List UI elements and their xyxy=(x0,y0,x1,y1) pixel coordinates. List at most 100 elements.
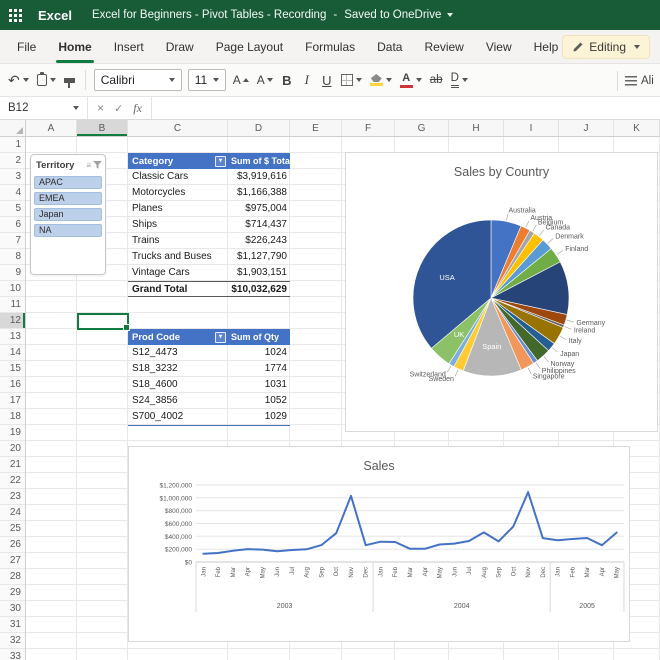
row-header-21[interactable]: 21 xyxy=(0,457,25,473)
column-header-G[interactable]: G xyxy=(395,120,449,136)
formula-input[interactable] xyxy=(152,97,660,119)
double-underline-button[interactable]: D xyxy=(447,68,472,92)
ribbon-tab-draw[interactable]: Draw xyxy=(155,30,205,63)
column-header-H[interactable]: H xyxy=(449,120,504,136)
ribbon-tab-home[interactable]: Home xyxy=(47,30,102,63)
row-header-29[interactable]: 29 xyxy=(0,585,25,601)
font-color-button[interactable]: A xyxy=(396,68,426,92)
pivot-cell[interactable]: 1029 xyxy=(228,409,290,425)
row-header-15[interactable]: 15 xyxy=(0,361,25,377)
name-box[interactable]: B12 xyxy=(0,97,88,119)
ribbon-tab-file[interactable]: File xyxy=(6,30,47,63)
row-header-19[interactable]: 19 xyxy=(0,425,25,441)
row-header-13[interactable]: 13 xyxy=(0,329,25,345)
sales-line-series[interactable] xyxy=(203,492,616,554)
pivot-cell[interactable]: Classic Cars xyxy=(128,169,228,185)
row-header-27[interactable]: 27 xyxy=(0,553,25,569)
row-header-1[interactable]: 1 xyxy=(0,137,25,153)
pivot-cell[interactable]: 1031 xyxy=(228,377,290,393)
row-header-9[interactable]: 9 xyxy=(0,265,25,281)
strikethrough-button[interactable]: ab xyxy=(426,68,447,92)
format-painter-button[interactable] xyxy=(60,68,80,92)
slicer-item-japan[interactable]: Japan xyxy=(34,208,102,221)
row-header-3[interactable]: 3 xyxy=(0,169,25,185)
row-header-31[interactable]: 31 xyxy=(0,617,25,633)
pivot-header-cell[interactable]: Sum of Qty xyxy=(228,329,290,345)
row-header-20[interactable]: 20 xyxy=(0,441,25,457)
pivot-header-cell[interactable]: Category▾ xyxy=(128,153,228,169)
territory-slicer[interactable]: Territory ≡ APACEMEAJapanNA xyxy=(30,154,106,275)
pivot-cell[interactable]: S18_3232 xyxy=(128,361,228,377)
row-header-16[interactable]: 16 xyxy=(0,377,25,393)
row-header-30[interactable]: 30 xyxy=(0,601,25,617)
app-launcher-icon[interactable] xyxy=(0,0,30,30)
pivot-table-category[interactable]: Category▾Sum of $ TotalClassic Cars$3,91… xyxy=(128,153,290,297)
row-header-17[interactable]: 17 xyxy=(0,393,25,409)
row-header-33[interactable]: 33 xyxy=(0,649,25,660)
row-header-28[interactable]: 28 xyxy=(0,569,25,585)
column-header-A[interactable]: A xyxy=(26,120,77,136)
column-header-J[interactable]: J xyxy=(559,120,614,136)
row-header-8[interactable]: 8 xyxy=(0,249,25,265)
insert-function-icon[interactable]: fx xyxy=(133,101,142,116)
row-header-32[interactable]: 32 xyxy=(0,633,25,649)
row-header-22[interactable]: 22 xyxy=(0,473,25,489)
pivot-cell[interactable]: $3,919,616 xyxy=(228,169,290,185)
pivot-cell[interactable]: S18_4600 xyxy=(128,377,228,393)
column-header-F[interactable]: F xyxy=(342,120,395,136)
row-header-10[interactable]: 10 xyxy=(0,281,25,297)
editing-mode-button[interactable]: Editing xyxy=(562,35,650,59)
paste-button[interactable] xyxy=(33,68,60,92)
pivot-cell[interactable]: $975,004 xyxy=(228,201,290,217)
row-header-23[interactable]: 23 xyxy=(0,489,25,505)
pivot-cell[interactable]: Planes xyxy=(128,201,228,217)
row-header-26[interactable]: 26 xyxy=(0,537,25,553)
pivot-table-prod-code[interactable]: Prod Code▾Sum of QtyS12_44731024S18_3232… xyxy=(128,329,290,426)
row-header-18[interactable]: 18 xyxy=(0,409,25,425)
fill-color-button[interactable] xyxy=(366,68,396,92)
pivot-cell[interactable]: Motorcycles xyxy=(128,185,228,201)
cancel-icon[interactable]: × xyxy=(97,101,104,115)
pivot-header-cell[interactable]: Prod Code▾ xyxy=(128,329,228,345)
pivot-cell[interactable]: $1,127,790 xyxy=(228,249,290,265)
pivot-cell[interactable]: S24_3856 xyxy=(128,393,228,409)
line-chart-object[interactable]: Sales $0$200,000$400,000$600,000$800,000… xyxy=(128,446,630,642)
undo-button[interactable]: ↶ xyxy=(4,68,33,92)
pivot-cell[interactable]: 1024 xyxy=(228,345,290,361)
pivot-total-cell[interactable]: $10,032,629 xyxy=(228,282,290,296)
column-header-D[interactable]: D xyxy=(228,120,290,136)
row-header-14[interactable]: 14 xyxy=(0,345,25,361)
font-name-select[interactable]: Calibri xyxy=(94,69,182,91)
italic-button[interactable]: I xyxy=(297,68,317,92)
ribbon-tab-review[interactable]: Review xyxy=(413,30,474,63)
pivot-cell[interactable]: Trucks and Buses xyxy=(128,249,228,265)
slicer-multiselect-icon[interactable]: ≡ xyxy=(86,162,91,170)
ribbon-tab-data[interactable]: Data xyxy=(366,30,413,63)
row-header-4[interactable]: 4 xyxy=(0,185,25,201)
slicer-item-apac[interactable]: APAC xyxy=(34,176,102,189)
column-header-B[interactable]: B xyxy=(77,120,128,136)
ribbon-tab-formulas[interactable]: Formulas xyxy=(294,30,366,63)
font-size-select[interactable]: 11 xyxy=(188,69,226,91)
column-header-K[interactable]: K xyxy=(614,120,660,136)
document-title[interactable]: Excel for Beginners - Pivot Tables - Rec… xyxy=(92,9,326,21)
underline-button[interactable]: U xyxy=(317,68,337,92)
borders-button[interactable] xyxy=(337,68,366,92)
pivot-total-cell[interactable]: Grand Total xyxy=(128,282,228,296)
row-header-5[interactable]: 5 xyxy=(0,201,25,217)
pivot-cell[interactable]: S12_4473 xyxy=(128,345,228,361)
pivot-filter-icon[interactable]: ▾ xyxy=(215,156,226,167)
slicer-item-na[interactable]: NA xyxy=(34,224,102,237)
ribbon-tab-insert[interactable]: Insert xyxy=(103,30,155,63)
row-header-11[interactable]: 11 xyxy=(0,297,25,313)
pivot-header-cell[interactable]: Sum of $ Total xyxy=(228,153,290,169)
pivot-cell[interactable]: $714,437 xyxy=(228,217,290,233)
row-header-24[interactable]: 24 xyxy=(0,505,25,521)
alignment-group[interactable]: Ali xyxy=(612,64,660,97)
enter-icon[interactable]: ✓ xyxy=(114,102,123,115)
slicer-clear-filter-icon[interactable] xyxy=(93,161,102,170)
ribbon-tab-page-layout[interactable]: Page Layout xyxy=(205,30,294,63)
row-header-25[interactable]: 25 xyxy=(0,521,25,537)
pivot-cell[interactable]: S700_4002 xyxy=(128,409,228,425)
pivot-filter-icon[interactable]: ▾ xyxy=(215,332,226,343)
